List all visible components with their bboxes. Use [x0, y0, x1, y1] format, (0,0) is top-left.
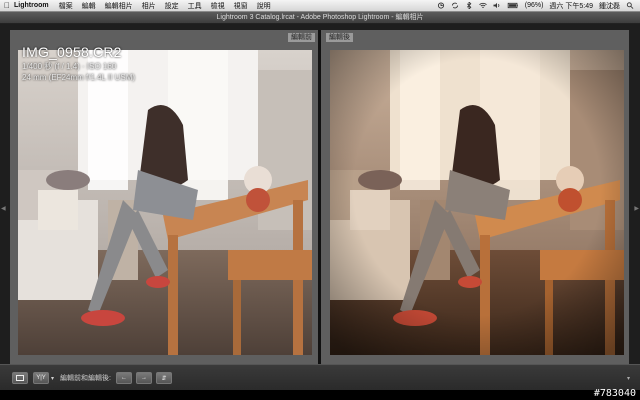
arrow-left-icon: ← — [120, 375, 127, 381]
before-label: 編輯前 — [288, 33, 315, 42]
after-label: 編輯後 — [326, 33, 353, 42]
loupe-icon — [16, 375, 24, 381]
menu-develop[interactable]: 編輯相片 — [105, 1, 133, 11]
swap-icon: ⇵ — [161, 375, 167, 382]
after-pane: 編輯後 — [321, 30, 629, 364]
menu-photo[interactable]: 相片 — [142, 1, 156, 11]
menu-file[interactable]: 檔案 — [59, 1, 73, 11]
volume-icon[interactable] — [493, 2, 501, 9]
photo-info-overlay: IMG_0958.CR2 1/400 秒 (f / 1.4) · ISO 160… — [22, 44, 135, 82]
menu-settings[interactable]: 設定 — [165, 1, 179, 11]
menu-help[interactable]: 說明 — [257, 1, 271, 11]
before-after-label: 編輯前和編輯後: — [60, 375, 111, 382]
timemachine-icon[interactable] — [437, 2, 445, 9]
right-panel-toggle-icon[interactable]: ▶ — [634, 205, 639, 212]
loupe-view-button[interactable] — [12, 372, 28, 384]
bottom-toolbar: Y|Y ▾ 編輯前和編輯後: ← → ⇵ ▾ — [0, 364, 640, 391]
before-pane: 編輯前 IMG_0958.CR2 1/400 秒 (f / 1.4) · ISO… — [10, 30, 319, 364]
spotlight-icon[interactable] — [626, 2, 634, 9]
photo-lens: 24 mm (EF24mm f/1.4L II USM) — [22, 73, 136, 82]
photo-filename: IMG_0958.CR2 — [22, 44, 122, 60]
swap-settings-button[interactable]: ⇵ — [155, 372, 172, 384]
copy-before-to-after-button[interactable]: → — [135, 372, 152, 384]
menu-app-name[interactable]: Lightroom — [14, 2, 49, 9]
battery-percent: (96%) — [524, 2, 544, 9]
menu-clock[interactable]: 週六 下午5:49 — [549, 1, 593, 11]
wifi-icon[interactable] — [478, 2, 487, 9]
after-photo[interactable] — [330, 50, 624, 355]
menu-bar:  Lightroom 檔案 編輯 編輯相片 相片 設定 工具 檢視 視窗 說明… — [0, 0, 640, 12]
menu-user[interactable]: 鍾沈磊 — [599, 1, 620, 11]
before-photo[interactable] — [18, 50, 312, 355]
copy-after-to-before-button[interactable]: ← — [115, 372, 132, 384]
toolbar-menu-icon[interactable]: ▾ — [627, 375, 630, 382]
left-panel-toggle-icon[interactable]: ◀ — [1, 205, 6, 212]
menu-tools[interactable]: 工具 — [188, 1, 202, 11]
menu-window[interactable]: 視窗 — [234, 1, 248, 11]
view-mode-dropdown-icon[interactable]: ▾ — [51, 375, 54, 382]
arrow-right-icon: → — [140, 375, 147, 381]
before-after-view-button[interactable]: Y|Y — [33, 372, 49, 384]
bottom-strip: #783040 — [0, 388, 640, 400]
photo-exposure: 1/400 秒 (f / 1.4) · ISO 160 — [22, 62, 117, 71]
bluetooth-icon[interactable] — [465, 2, 473, 9]
watermark: #783040 — [593, 388, 636, 399]
menu-edit[interactable]: 編輯 — [82, 1, 96, 11]
menu-view[interactable]: 檢視 — [211, 1, 225, 11]
window-title: Lightroom 3 Catalog.lrcat - Adobe Photos… — [216, 14, 424, 21]
window-title-bar: Lightroom 3 Catalog.lrcat - Adobe Photos… — [0, 12, 640, 24]
battery-icon[interactable] — [507, 2, 519, 9]
sync-icon[interactable] — [451, 2, 459, 9]
apple-icon[interactable]:  — [0, 1, 14, 10]
